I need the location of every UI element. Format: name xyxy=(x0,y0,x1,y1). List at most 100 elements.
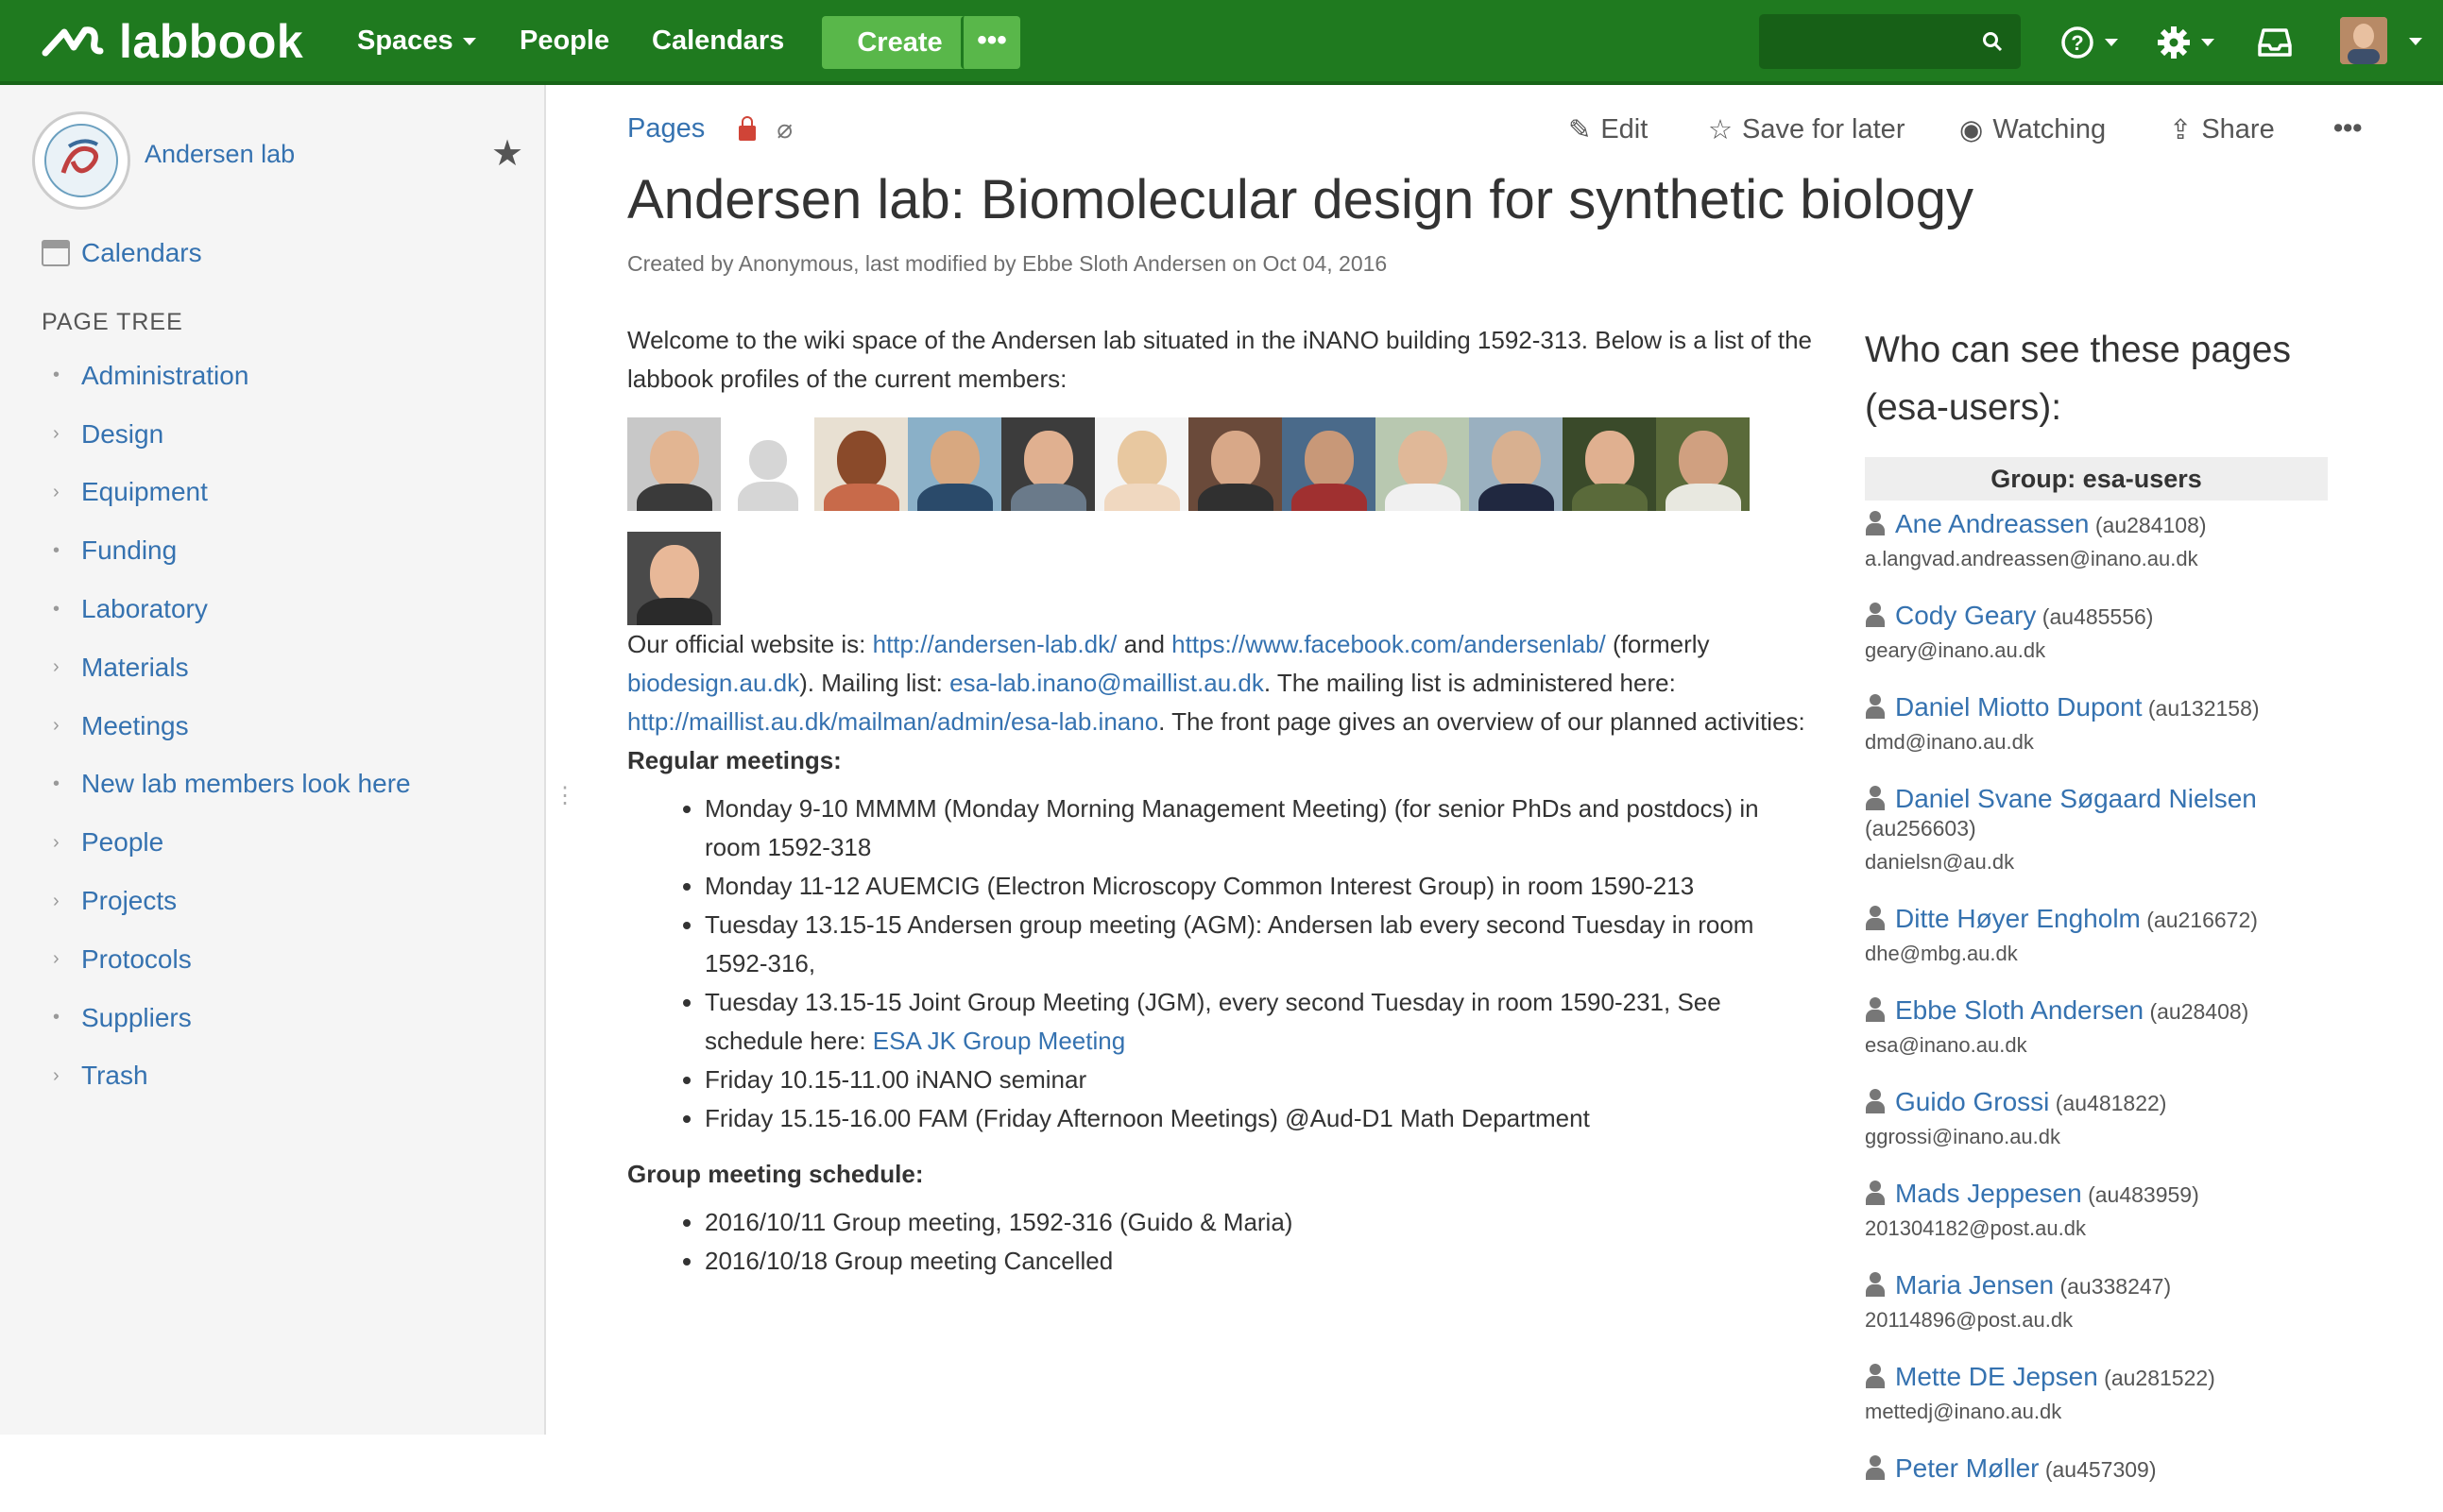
member-entry: Ebbe Sloth Andersen (au28408) esa@inano.a… xyxy=(1865,996,2328,1060)
tree-expand-icon[interactable]: › xyxy=(42,656,81,678)
member-entry: Ane Andreassen (au284108) a.langvad.andre… xyxy=(1865,510,2328,573)
labbook-logo[interactable]: labbook xyxy=(42,11,303,72)
member-photo[interactable] xyxy=(1656,417,1750,511)
nav-calendars[interactable]: Calendars xyxy=(652,0,784,81)
page-tree-item[interactable]: • Suppliers xyxy=(42,989,411,1047)
member-photo[interactable] xyxy=(1095,417,1188,511)
page-tree-item-label: Meetings xyxy=(81,710,189,740)
biodesign-link[interactable]: biodesign.au.dk xyxy=(627,669,799,697)
list-item: 2016/10/11 Group meeting, 1592-316 (Guid… xyxy=(705,1203,1818,1242)
tree-expand-icon[interactable]: › xyxy=(42,948,81,970)
member-name-link[interactable]: Daniel Miotto Dupont xyxy=(1895,692,2142,722)
page-tree-item[interactable]: • Administration xyxy=(42,347,411,405)
lock-icon[interactable] xyxy=(739,115,757,141)
member-email: esa@inano.au.dk xyxy=(1865,1033,2027,1057)
share-button[interactable]: ⇪ Share xyxy=(2169,113,2275,146)
member-name-link[interactable]: Guido Grossi xyxy=(1895,1087,2049,1116)
notifications-button[interactable] xyxy=(2258,19,2292,66)
tree-expand-icon[interactable]: › xyxy=(42,423,81,445)
mailman-admin-link[interactable]: http://maillist.au.dk/mailman/admin/esa-… xyxy=(627,707,1158,736)
member-photo[interactable] xyxy=(908,417,1001,511)
tree-expand-icon[interactable]: › xyxy=(42,715,81,737)
star-icon[interactable]: ★ xyxy=(491,132,523,175)
sidebar-resize-handle[interactable]: ⋮ xyxy=(554,785,576,807)
member-name-link[interactable]: Ebbe Sloth Andersen xyxy=(1895,995,2144,1025)
page-tree-item[interactable]: • Laboratory xyxy=(42,580,411,638)
pencil-icon: ✎ xyxy=(1568,115,1592,145)
member-photo[interactable] xyxy=(1469,417,1563,511)
member-name-link[interactable]: Ane Andreassen xyxy=(1895,509,2090,538)
member-name-link[interactable]: Mette DE Jepsen xyxy=(1895,1362,2098,1391)
more-actions-button[interactable]: ••• xyxy=(2333,113,2362,144)
space-name-link[interactable]: Andersen lab xyxy=(145,140,295,169)
member-name-link[interactable]: Ditte Høyer Engholm xyxy=(1895,904,2141,933)
member-email: 20114896@post.au.dk xyxy=(1865,1308,2074,1332)
welcome-text: Welcome to the wiki space of the Anderse… xyxy=(627,326,1813,393)
chevron-down-icon[interactable] xyxy=(2409,38,2422,45)
member-photo[interactable] xyxy=(1375,417,1469,511)
list-item: Tuesday 13.15-15 Andersen group meeting … xyxy=(705,906,1818,983)
tree-expand-icon[interactable]: › xyxy=(42,1065,81,1087)
member-name-link[interactable]: Peter Møller xyxy=(1895,1453,2039,1483)
tree-expand-icon[interactable]: › xyxy=(42,832,81,854)
member-photo-gallery xyxy=(627,417,1789,625)
page-tree-item[interactable]: › Meetings xyxy=(42,697,411,756)
member-photo[interactable] xyxy=(1563,417,1656,511)
space-logo[interactable] xyxy=(32,111,130,210)
member-photo[interactable] xyxy=(627,417,721,511)
member-name-link[interactable]: Daniel Svane Søgaard Nielsen xyxy=(1895,784,2257,813)
search-icon[interactable] xyxy=(1981,30,2004,53)
member-id: (au28408) xyxy=(2149,999,2249,1024)
logo-text: labbook xyxy=(119,15,304,68)
attachment-icon[interactable]: ⌀ xyxy=(777,113,793,144)
member-id: (au481822) xyxy=(2055,1091,2167,1115)
create-button[interactable]: Create xyxy=(822,16,978,69)
page-tree-item[interactable]: › Materials xyxy=(42,638,411,697)
save-for-later-button[interactable]: ☆ Save for later xyxy=(1708,113,1905,146)
create-more-button[interactable]: ••• xyxy=(961,16,1020,69)
page-tree-item[interactable]: › Projects xyxy=(42,872,411,930)
member-name-link[interactable]: Mads Jeppesen xyxy=(1895,1179,2082,1208)
watching-button[interactable]: ◉ Watching xyxy=(1959,113,2106,146)
page-title: Andersen lab: Biomolecular design for sy… xyxy=(627,169,1974,230)
top-navigation-bar: labbook Spaces People Calendars Create •… xyxy=(0,0,2443,85)
edit-button[interactable]: ✎ Edit xyxy=(1568,113,1648,146)
member-id: (au281522) xyxy=(2104,1366,2215,1390)
member-id: (au457309) xyxy=(2044,1457,2157,1482)
member-photo[interactable] xyxy=(627,532,721,625)
help-menu[interactable]: ? xyxy=(2059,19,2118,66)
page-tree-item[interactable]: • New lab members look here xyxy=(42,756,411,814)
page-tree-item[interactable]: › Protocols xyxy=(42,930,411,989)
page-tree-item[interactable]: • Funding xyxy=(42,521,411,580)
nav-spaces[interactable]: Spaces xyxy=(357,0,476,81)
search-input[interactable] xyxy=(1767,17,1988,68)
page-tree-item[interactable]: › Design xyxy=(42,405,411,464)
tree-expand-icon[interactable]: › xyxy=(42,891,81,912)
member-photo-placeholder[interactable] xyxy=(721,417,814,511)
page-tree-item[interactable]: › Trash xyxy=(42,1047,411,1106)
page-tree-item[interactable]: › Equipment xyxy=(42,464,411,522)
member-photo[interactable] xyxy=(1282,417,1375,511)
member-name-link[interactable]: Cody Geary xyxy=(1895,601,2036,630)
page-tree-item[interactable]: › People xyxy=(42,813,411,872)
member-photo[interactable] xyxy=(814,417,908,511)
tree-expand-icon[interactable]: › xyxy=(42,482,81,503)
settings-menu[interactable] xyxy=(2156,19,2214,66)
search-box xyxy=(1759,14,2021,69)
mailing-list-link[interactable]: esa-lab.inano@maillist.au.dk xyxy=(949,669,1264,697)
jgm-schedule-link[interactable]: ESA JK Group Meeting xyxy=(873,1027,1125,1055)
sidebar-calendars-link[interactable]: Calendars xyxy=(42,238,202,268)
breadcrumb-pages-link[interactable]: Pages xyxy=(627,113,705,144)
member-photo[interactable] xyxy=(1188,417,1282,511)
member-id: (au256603) xyxy=(1865,816,1976,841)
nav-people[interactable]: People xyxy=(520,0,609,81)
website-link[interactable]: http://andersen-lab.dk/ xyxy=(873,630,1118,658)
member-name-link[interactable]: Maria Jensen xyxy=(1895,1270,2054,1300)
watching-label: Watching xyxy=(1992,114,2107,144)
user-avatar[interactable] xyxy=(2340,17,2387,64)
member-photo[interactable] xyxy=(1001,417,1095,511)
tree-bullet-icon: • xyxy=(53,598,60,620)
member-id: (au338247) xyxy=(2059,1274,2172,1299)
facebook-link[interactable]: https://www.facebook.com/andersenlab/ xyxy=(1171,630,1606,658)
member-email: dhe@mbg.au.dk xyxy=(1865,942,2018,965)
